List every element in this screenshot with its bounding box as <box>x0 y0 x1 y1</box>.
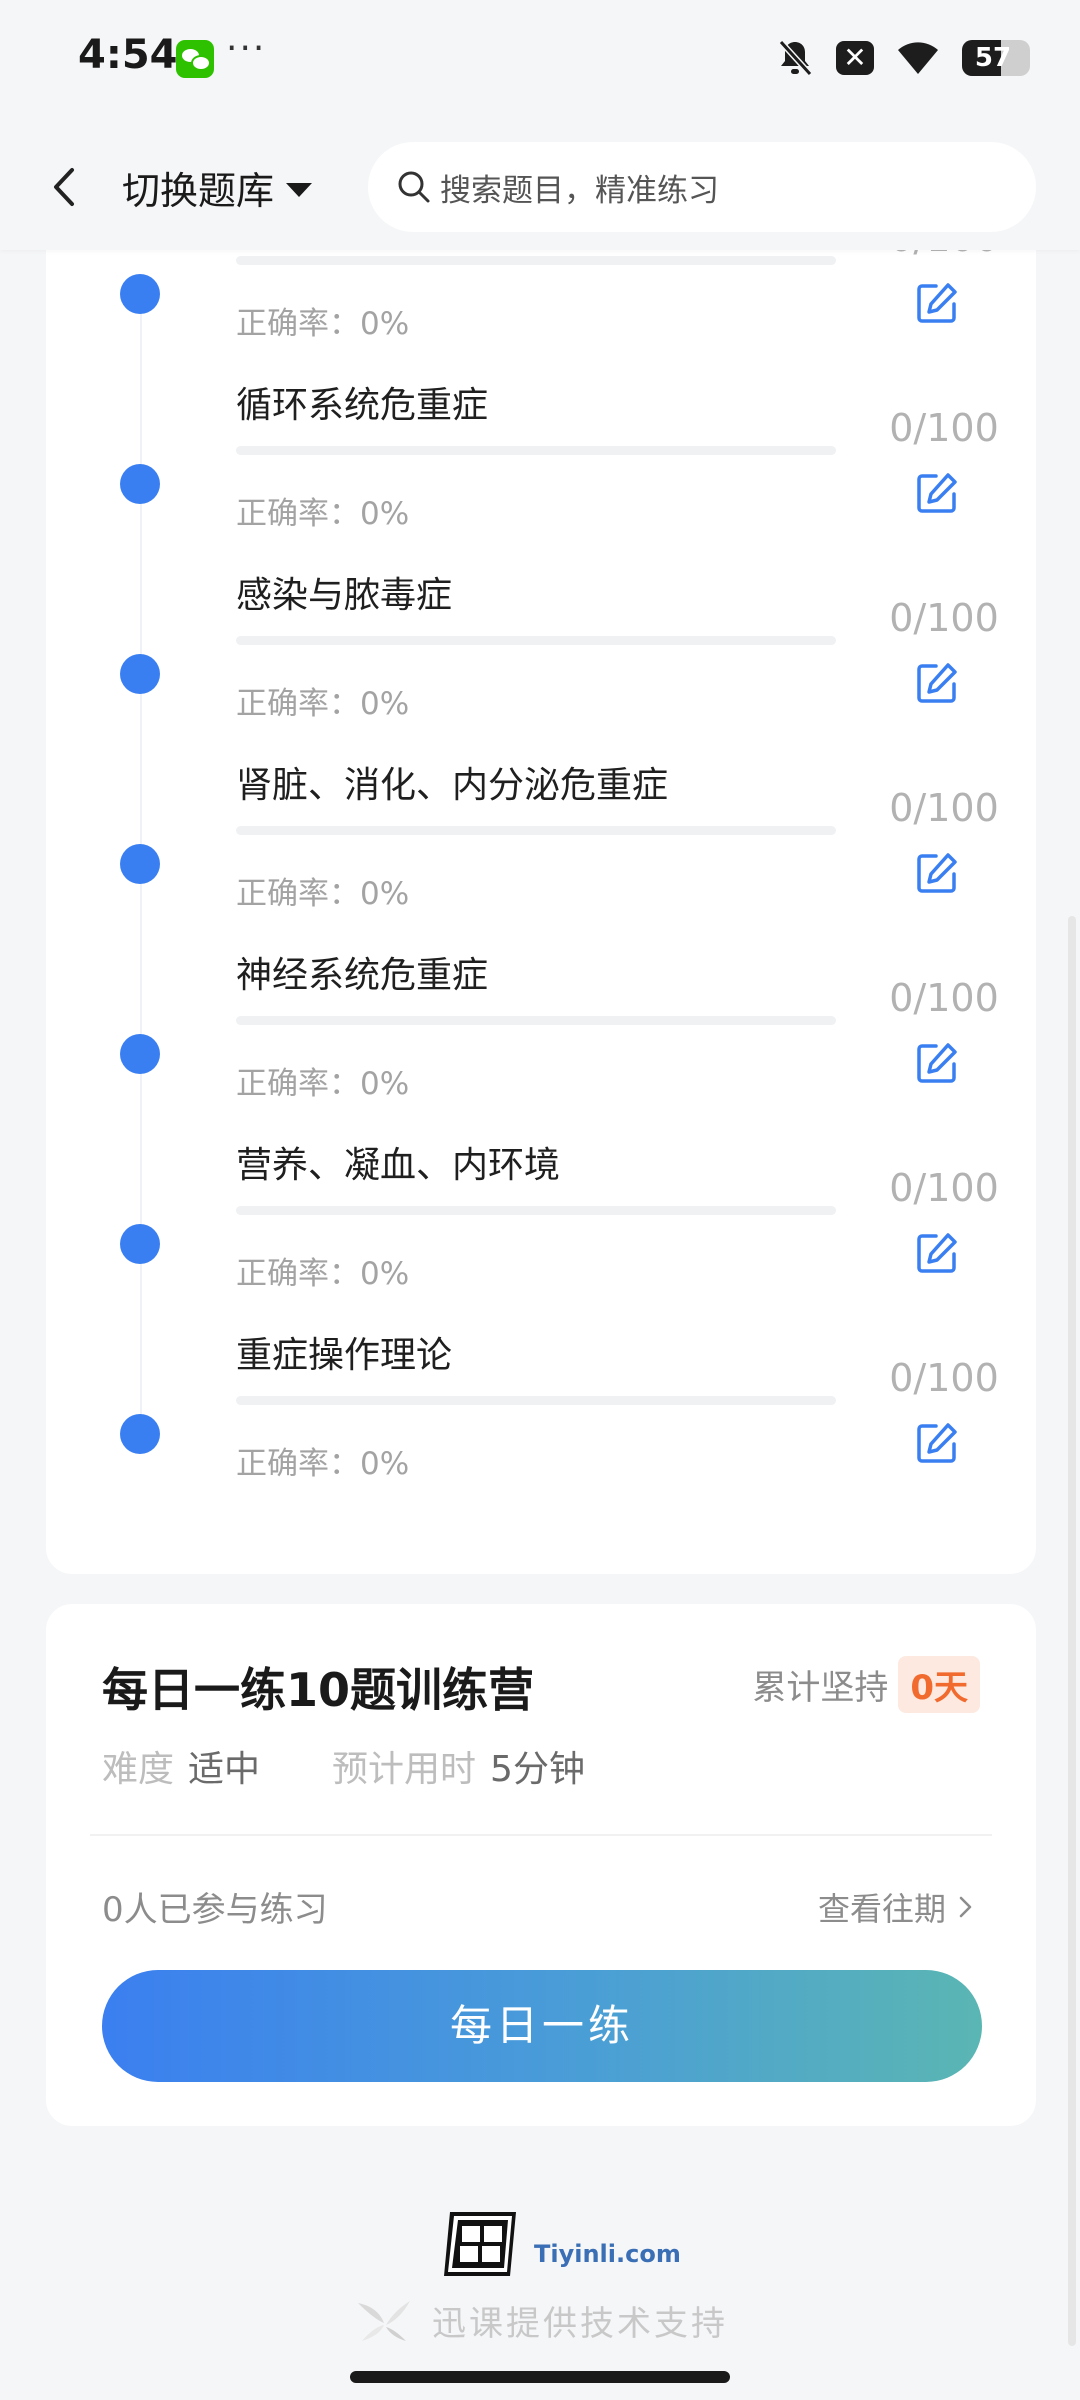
practice-meta: 难度 适中 预计用时 5分钟 <box>102 1740 657 1792</box>
chapter-title: 感染与脓毒症 <box>236 575 453 616</box>
chapter-row[interactable]: 神经系统危重症正确率：0% 0/100 <box>46 934 1036 1124</box>
chapter-title: 重症操作理论 <box>236 1335 453 1376</box>
chapter-accuracy: 正确率：0% <box>236 876 410 912</box>
daily-practice-button[interactable]: 每日一练 <box>102 1970 982 2082</box>
chapter-accuracy: 正确率：0% <box>236 306 410 342</box>
edit-icon[interactable] <box>914 1230 960 1276</box>
chapter-progress-track <box>236 826 836 835</box>
status-bar: 4:54 ··· ✕ 57 <box>0 0 1080 120</box>
chapter-title: 神经系统危重症 <box>236 955 489 996</box>
chapter-progress-track <box>236 446 836 455</box>
chapter-row[interactable]: 营养、凝血、内环境正确率：0% 0/100 <box>46 1124 1036 1314</box>
difficulty-label: 难度 <box>102 1749 175 1790</box>
edit-icon[interactable] <box>914 660 960 706</box>
chapter-dot <box>120 464 160 504</box>
chapter-progress-track <box>236 1396 836 1405</box>
chapter-dot <box>120 1414 160 1454</box>
estimated-time-label: 预计用时 <box>332 1749 477 1790</box>
tech-support-text: 迅课提供技术支持 <box>432 2304 728 2344</box>
chapter-progress-count: 0/100 <box>889 786 999 830</box>
chapter-row[interactable]: 重症操作理论正确率：0% 0/100 <box>46 1314 1036 1504</box>
chapter-progress-track <box>236 1016 836 1025</box>
brand-logo-mark <box>444 2212 516 2276</box>
streak-badge: 0天 <box>898 1656 980 1713</box>
brand: Tiyinli.com <box>440 2208 681 2280</box>
chapter-accuracy: 正确率：0% <box>236 1446 410 1482</box>
edit-icon[interactable] <box>914 280 960 326</box>
chapter-progress-count: 0/100 <box>889 406 999 450</box>
chapter-progress-count: 0/100 <box>889 1166 999 1210</box>
edit-icon[interactable] <box>914 850 960 896</box>
top-nav-bar: 切换题库 搜索题目，精准练习 <box>0 120 1080 250</box>
chevron-right-icon <box>959 1896 972 1918</box>
chapter-progress-count: 0/100 <box>889 1356 999 1400</box>
chapter-dot <box>120 1034 160 1074</box>
bell-off-icon <box>778 39 813 77</box>
switch-question-bank-button[interactable]: 切换题库 <box>122 160 313 215</box>
daily-practice-card: 每日一练10题训练营 累计坚持 0天 难度 适中 预计用时 5分钟 0人已参与练… <box>46 1604 1036 2126</box>
chapter-progress-track <box>236 636 836 645</box>
chapter-title: 循环系统危重症 <box>236 385 489 426</box>
search-icon <box>398 171 430 203</box>
caret-down-icon <box>286 182 313 197</box>
chapter-accuracy: 正确率：0% <box>236 686 410 722</box>
switch-question-bank-label: 切换题库 <box>122 169 275 213</box>
view-history-link[interactable]: 查看往期 <box>818 1884 976 1930</box>
battery-level: 57 <box>974 43 1012 73</box>
daily-practice-title: 每日一练10题训练营 <box>102 1663 535 1717</box>
chapter-progress-track <box>236 256 836 265</box>
wifi-icon <box>898 42 938 74</box>
divider <box>90 1834 992 1836</box>
chapter-progress-track <box>236 1206 836 1215</box>
search-placeholder: 搜索题目，精准练习 <box>440 172 719 209</box>
chapter-dot <box>120 274 160 314</box>
edit-icon[interactable] <box>914 1420 960 1466</box>
search-input[interactable]: 搜索题目，精准练习 <box>368 142 1036 232</box>
close-box-icon: ✕ <box>836 41 874 75</box>
back-icon[interactable] <box>44 162 84 212</box>
chapter-progress-count: 0/100 <box>889 976 999 1020</box>
chapter-row[interactable]: 感染与脓毒症正确率：0% 0/100 <box>46 554 1036 744</box>
chapter-accuracy: 正确率：0% <box>236 1256 410 1292</box>
more-notifications-icon: ··· <box>226 28 267 69</box>
battery-icon: 57 <box>962 40 1030 76</box>
chapter-dot <box>120 1224 160 1264</box>
edit-icon[interactable] <box>914 1040 960 1086</box>
chapter-accuracy: 正确率：0% <box>236 1066 410 1102</box>
streak: 累计坚持 0天 <box>752 1656 980 1713</box>
chapter-dot <box>120 844 160 884</box>
chapter-dot <box>120 654 160 694</box>
chapter-title: 肾脏、消化、内分泌危重症 <box>236 765 669 806</box>
status-time: 4:54 <box>78 32 178 78</box>
chapter-list-card: 呼吸系统危重症正确率：0%0/100循环系统危重症正确率：0%0/100感染与脓… <box>46 180 1036 1574</box>
tech-support: 迅课提供技术支持 <box>354 2296 728 2345</box>
difficulty-value: 适中 <box>188 1749 261 1790</box>
participants-count: 0人已参与练习 <box>102 1890 328 1930</box>
xunke-logo-icon <box>358 2300 410 2341</box>
estimated-time-value: 5分钟 <box>490 1749 585 1790</box>
chapter-row[interactable]: 肾脏、消化、内分泌危重症正确率：0% 0/100 <box>46 744 1036 934</box>
chapter-progress-count: 0/100 <box>889 596 999 640</box>
brand-domain: Tiyinli.com <box>534 2240 681 2268</box>
status-indicators: ✕ 57 <box>776 38 1030 78</box>
brand-logo <box>440 2208 520 2280</box>
streak-label: 累计坚持 <box>752 1668 889 1708</box>
chapter-title: 营养、凝血、内环境 <box>236 1145 561 1186</box>
wechat-icon <box>176 40 214 78</box>
home-indicator[interactable] <box>350 2371 730 2383</box>
scrollbar[interactable] <box>1068 916 1076 2346</box>
chapter-row[interactable]: 循环系统危重症正确率：0% 0/100 <box>46 364 1036 554</box>
edit-icon[interactable] <box>914 470 960 516</box>
chapter-accuracy: 正确率：0% <box>236 496 410 532</box>
view-history-label: 查看往期 <box>817 1890 946 1928</box>
